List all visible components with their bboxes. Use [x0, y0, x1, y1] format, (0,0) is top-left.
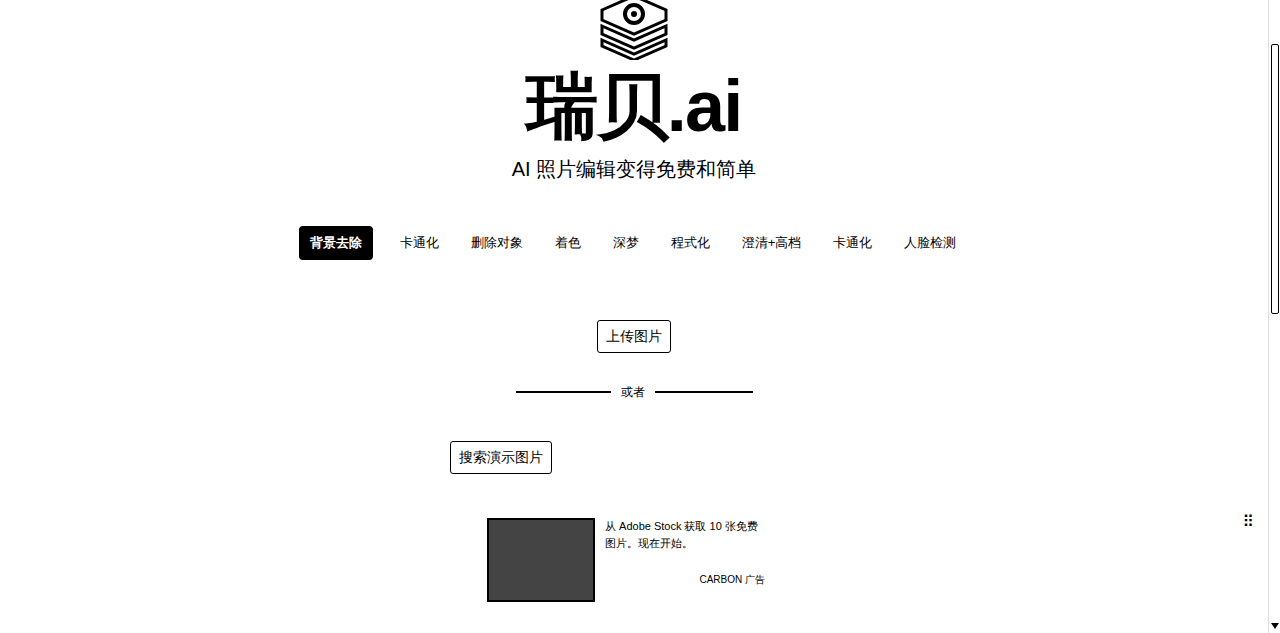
- divider: 或者: [516, 383, 753, 401]
- upload-button[interactable]: 上传图片: [597, 320, 671, 353]
- tool-tab[interactable]: 背景去除: [299, 226, 373, 260]
- ad-image: [487, 518, 595, 602]
- ad-label: CARBON 广告: [699, 572, 765, 587]
- demo-search-button[interactable]: 搜索演示图片: [450, 441, 552, 474]
- tool-tab[interactable]: 卡通化: [395, 226, 444, 260]
- ad[interactable]: 从 Adobe Stock 获取 10 张免费图片。现在开始。 CARBON 广告: [487, 518, 765, 602]
- scrollbar-thumb[interactable]: [1271, 44, 1279, 314]
- tool-tab[interactable]: 程式化: [666, 226, 715, 260]
- scrollbar[interactable]: [1268, 0, 1280, 633]
- divider-text: 或者: [621, 383, 645, 401]
- site-title: 瑞贝.ai: [526, 70, 741, 142]
- tool-tab[interactable]: 着色: [550, 226, 586, 260]
- tool-tab[interactable]: 人脸检测: [899, 226, 961, 260]
- ad-text: 从 Adobe Stock 获取 10 张免费图片。现在开始。: [605, 518, 765, 552]
- page: 瑞贝.aiAI 照片编辑变得免费和简单背景去除卡通化删除对象着色深梦程式化澄清+…: [0, 0, 1280, 633]
- tool-tab[interactable]: 深梦: [608, 226, 644, 260]
- tool-tab[interactable]: 卡通化: [828, 226, 877, 260]
- logo-icon: [594, 0, 674, 60]
- divider-line: [655, 391, 753, 393]
- site-subtitle: AI 照片编辑变得免费和简单: [512, 154, 756, 184]
- tool-tabs: 背景去除卡通化删除对象着色深梦程式化澄清+高档卡通化人脸检测: [299, 226, 962, 260]
- tool-tab[interactable]: 澄清+高档: [737, 226, 807, 260]
- grip-icon[interactable]: ⠿: [1242, 510, 1254, 534]
- main-content: 瑞贝.aiAI 照片编辑变得免费和简单背景去除卡通化删除对象着色深梦程式化澄清+…: [0, 0, 1268, 633]
- tool-tab[interactable]: 删除对象: [466, 226, 528, 260]
- scroll-down-icon[interactable]: [1271, 623, 1279, 629]
- divider-line: [516, 391, 611, 393]
